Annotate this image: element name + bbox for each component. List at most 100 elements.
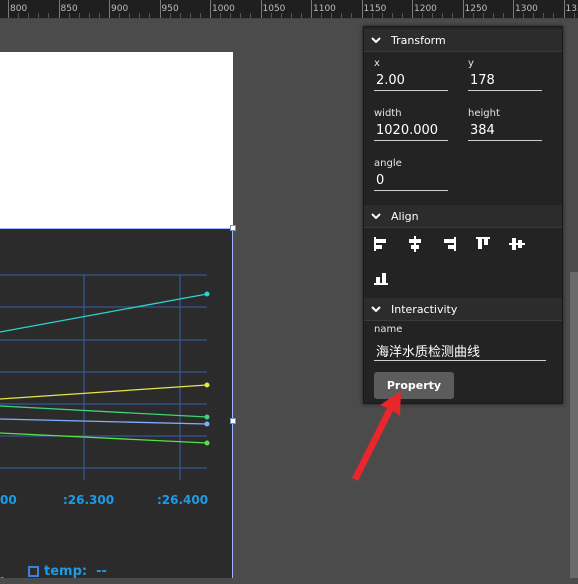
property-button[interactable]: Property	[374, 372, 454, 399]
series-line	[0, 294, 207, 332]
ruler-minor-tick	[291, 13, 292, 18]
ruler-minor-tick	[553, 13, 554, 18]
section-header-align[interactable]: Align	[364, 205, 562, 228]
ruler-minor-tick	[331, 13, 332, 18]
x-tick-label: 00	[0, 493, 17, 507]
series-end-point	[205, 292, 210, 297]
ruler-minor-tick	[48, 13, 49, 18]
ruler-minor-tick	[574, 13, 575, 18]
ruler-minor-tick	[422, 13, 423, 18]
x-tick-label: :26.400	[157, 493, 208, 507]
series-end-point	[205, 441, 210, 446]
ruler-minor-tick	[473, 13, 474, 18]
section-header-interactivity[interactable]: Interactivity	[364, 298, 562, 321]
vertical-scrollbar[interactable]	[570, 272, 578, 578]
align-left-icon[interactable]	[372, 235, 390, 253]
chart-plot	[0, 229, 233, 579]
align-top-icon[interactable]	[474, 235, 492, 253]
height-label: height	[468, 108, 500, 119]
ruler-minor-tick	[351, 13, 352, 18]
ruler-minor-tick	[382, 13, 383, 18]
ruler-minor-tick	[341, 13, 342, 18]
ruler-minor-tick	[79, 13, 80, 18]
ruler-minor-tick	[533, 13, 534, 18]
ruler-minor-tick	[321, 13, 322, 18]
horizontal-ruler: 8008509009501000105011001150120012501300…	[0, 0, 578, 19]
legend-label: temp:	[44, 564, 87, 579]
legend-dash: -	[0, 570, 4, 584]
name-input[interactable]: 海洋水质检测曲线	[374, 341, 546, 361]
legend-checkbox-icon[interactable]	[28, 566, 39, 577]
series-line	[0, 385, 207, 399]
angle-input[interactable]: 0	[374, 173, 448, 191]
ruler-minor-tick	[503, 13, 504, 18]
series-line	[0, 433, 207, 443]
chart-legend: temp: --	[28, 564, 107, 579]
section-title: Align	[391, 210, 419, 223]
ruler-minor-tick	[250, 13, 251, 18]
section-title: Interactivity	[391, 303, 457, 316]
series-line	[0, 406, 207, 417]
y-input[interactable]: 178	[468, 73, 542, 91]
ruler-label: 1350	[564, 4, 578, 14]
ruler-minor-tick	[281, 13, 282, 18]
series-end-point	[205, 383, 210, 388]
ruler-minor-tick	[180, 13, 181, 18]
ruler-minor-tick	[119, 13, 120, 18]
ruler-minor-tick	[271, 13, 272, 18]
ruler-minor-tick	[543, 13, 544, 18]
ruler-minor-tick	[129, 13, 130, 18]
chevron-down-icon	[371, 35, 381, 45]
ruler-minor-tick	[392, 13, 393, 18]
angle-label: angle	[374, 158, 402, 169]
ruler-minor-tick	[200, 13, 201, 18]
align-center-v-icon[interactable]	[508, 235, 526, 253]
ruler-minor-tick	[170, 13, 171, 18]
x-input[interactable]: 2.00	[374, 73, 448, 91]
property-panel: Transform x 2.00 y 178 width 1020.000 he…	[363, 26, 563, 404]
width-input[interactable]: 1020.000	[374, 123, 448, 141]
x-label: x	[374, 58, 380, 69]
ruler-minor-tick	[89, 13, 90, 18]
canvas-white-region	[0, 52, 233, 228]
ruler-minor-tick	[493, 13, 494, 18]
section-header-transform[interactable]: Transform	[364, 29, 562, 52]
ruler-minor-tick	[230, 13, 231, 18]
chevron-down-icon	[371, 304, 381, 314]
ruler-minor-tick	[220, 13, 221, 18]
width-label: width	[374, 108, 402, 119]
ruler-minor-tick	[301, 13, 302, 18]
ruler-minor-tick	[69, 13, 70, 18]
ruler-minor-tick	[28, 13, 29, 18]
name-label: name	[374, 324, 402, 335]
ruler-minor-tick	[99, 13, 100, 18]
ruler-minor-tick	[483, 13, 484, 18]
height-input[interactable]: 384	[468, 123, 542, 141]
align-bottom-icon[interactable]	[372, 269, 390, 287]
ruler-minor-tick	[18, 13, 19, 18]
chevron-down-icon	[371, 211, 381, 221]
ruler-minor-tick	[432, 13, 433, 18]
y-label: y	[468, 58, 474, 69]
ruler-minor-tick	[372, 13, 373, 18]
ruler-minor-tick	[149, 13, 150, 18]
x-tick-label: :26.300	[63, 493, 114, 507]
resize-handle-top-right[interactable]	[230, 225, 236, 231]
chart-component[interactable]	[0, 228, 233, 578]
align-right-icon[interactable]	[440, 235, 458, 253]
series-end-point	[205, 422, 210, 427]
ruler-minor-tick	[442, 13, 443, 18]
ruler-minor-tick	[240, 13, 241, 18]
resize-handle-right[interactable]	[230, 418, 236, 424]
ruler-minor-tick	[523, 13, 524, 18]
ruler-minor-tick	[38, 13, 39, 18]
series-line	[0, 419, 207, 424]
ruler-minor-tick	[402, 13, 403, 18]
ruler-minor-tick	[452, 13, 453, 18]
legend-value: --	[96, 564, 107, 579]
section-title: Transform	[391, 34, 446, 47]
ruler-minor-tick	[190, 13, 191, 18]
ruler-minor-tick	[139, 13, 140, 18]
series-end-point	[205, 415, 210, 420]
align-center-h-icon[interactable]	[406, 235, 424, 253]
